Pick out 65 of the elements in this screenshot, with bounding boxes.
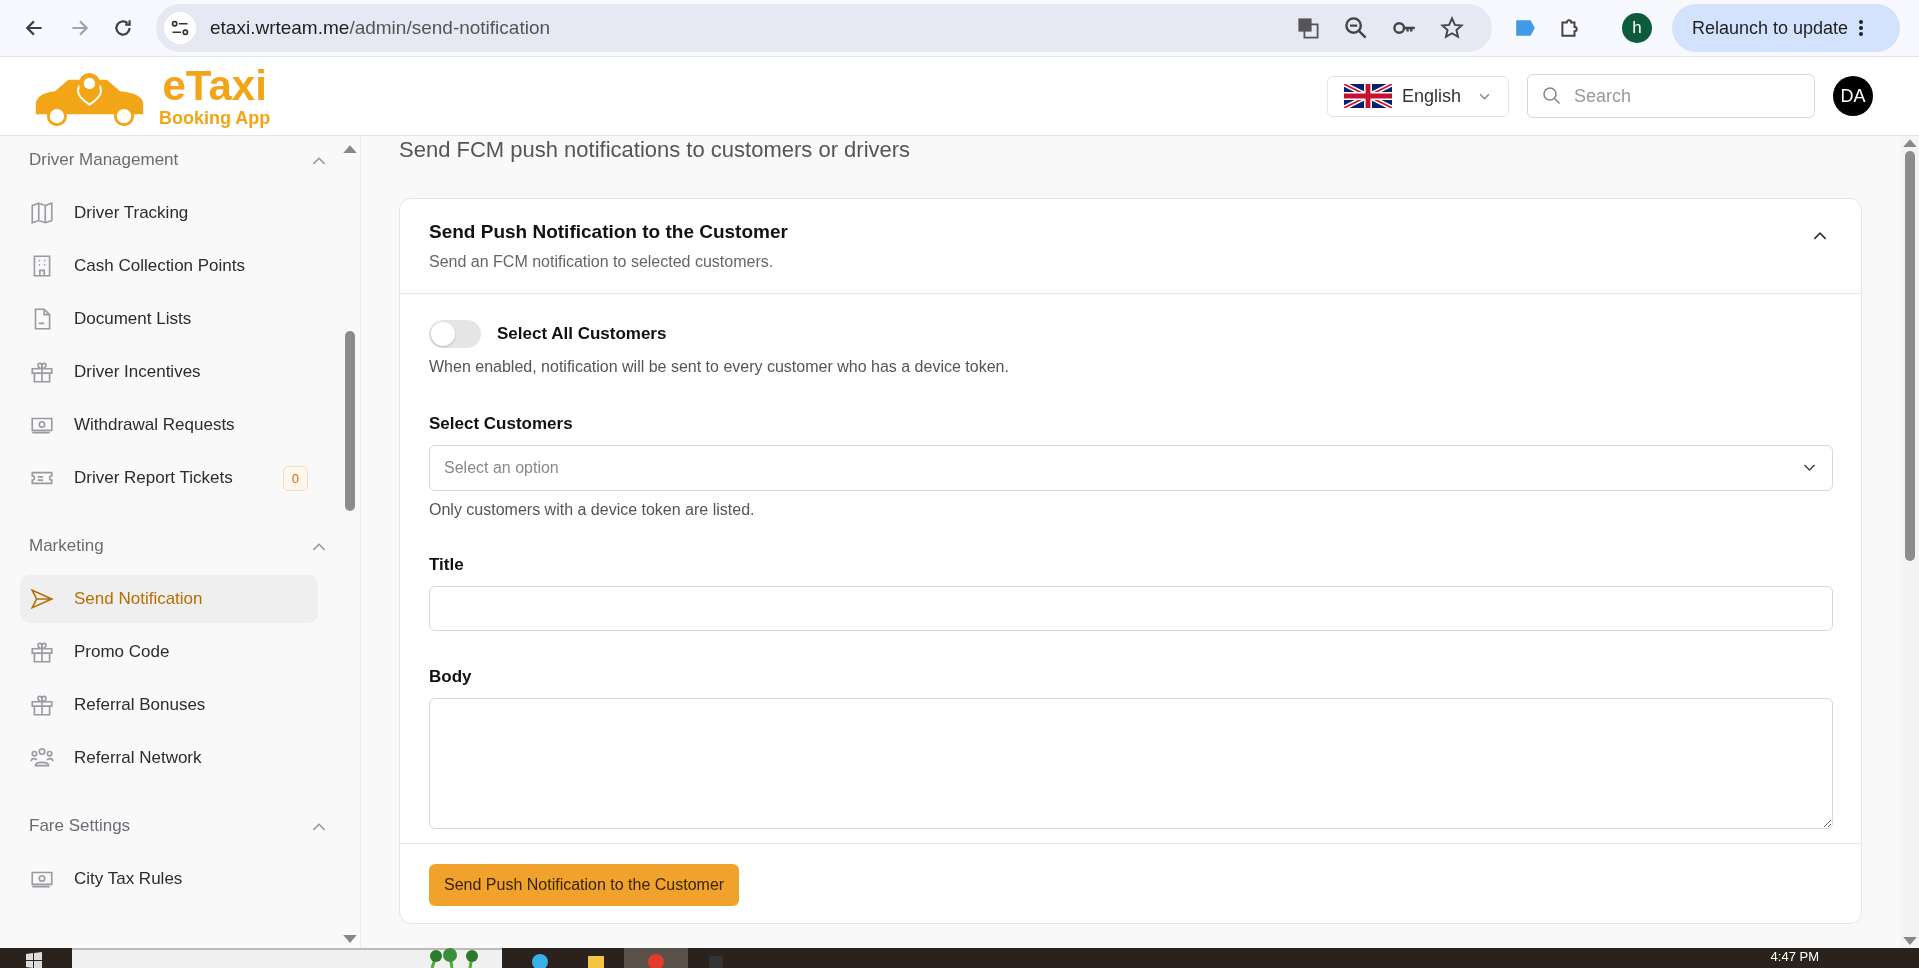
logo-subtitle: Booking App: [159, 107, 271, 129]
profile-avatar[interactable]: h: [1622, 13, 1652, 43]
select-dropdown[interactable]: Select an option: [429, 445, 1833, 491]
user-avatar[interactable]: DA: [1833, 76, 1873, 116]
send-button[interactable]: Send Push Notification to the Customer: [429, 864, 740, 906]
field-label: Body: [429, 667, 473, 687]
translate-icon[interactable]: [1296, 16, 1320, 40]
chevron-icon[interactable]: [312, 541, 326, 551]
scroll-up-icon[interactable]: [343, 144, 357, 153]
clock-time: 4:47 PM: [1770, 948, 1819, 966]
zoom-out-icon[interactable]: [1344, 16, 1368, 40]
chevron-down-icon: [1479, 92, 1490, 100]
address-bar[interactable]: etaxi.wrteam.me/admin/send-notification: [156, 4, 1492, 52]
sidebar-section-header[interactable]: Driver Management: [20, 144, 340, 176]
toggle-switch[interactable]: [429, 320, 481, 348]
sidebar-section-header[interactable]: Fare Settings: [20, 810, 340, 842]
url-path: /admin/send-notification: [349, 17, 551, 39]
card-description: Send an FCM notification to selected customers.: [429, 253, 775, 271]
sidebar-item[interactable]: Cash Collection Points: [20, 242, 318, 290]
chevron-down-icon: [1803, 464, 1816, 472]
collapse-icon[interactable]: [1813, 231, 1827, 240]
sidebar-item[interactable]: Driver Report Tickets 0: [20, 454, 318, 502]
sidebar-item[interactable]: Referral Network: [20, 734, 318, 782]
page-subtitle: Send FCM push notifications to customers or drivers: [399, 136, 912, 164]
sidebar-item[interactable]: Document Lists: [20, 295, 318, 343]
scroll-down-icon[interactable]: [343, 935, 357, 944]
language-dropdown[interactable]: English: [1326, 75, 1509, 117]
map-icon: [29, 200, 55, 226]
site-settings-icon[interactable]: [164, 12, 196, 44]
flag-icon: [1343, 84, 1392, 108]
scrollbar-track[interactable]: [1900, 136, 1919, 948]
sidebar-section-header[interactable]: Marketing: [20, 530, 340, 562]
sidebar-item[interactable]: Withdrawal Requests: [20, 401, 318, 449]
url-host: etaxi.wrteam.me: [210, 17, 350, 39]
chevron-icon[interactable]: [312, 155, 326, 165]
puzzle-icon[interactable]: [1558, 17, 1580, 39]
relaunch-button[interactable]: Relaunch to update: [1672, 4, 1901, 52]
sidebar-item[interactable]: City Tax Rules: [20, 855, 318, 903]
field-label: Title: [429, 555, 465, 575]
help-text: Only customers with a device token are listed.: [429, 501, 756, 519]
scroll-down-icon[interactable]: [1902, 937, 1917, 946]
logo-title: eTaxi: [162, 63, 267, 108]
chevron-icon[interactable]: [312, 821, 326, 831]
extension-icon[interactable]: [1514, 17, 1536, 39]
field-label: Select Customers: [429, 414, 574, 434]
scroll-up-icon[interactable]: [1902, 138, 1917, 147]
taskbar-search-field[interactable]: [72, 948, 502, 968]
start-icon[interactable]: [24, 950, 44, 968]
reload-icon[interactable]: [112, 17, 134, 39]
sidebar-item[interactable]: Driver Tracking: [20, 189, 318, 237]
sidebar-item[interactable]: Send Notification: [20, 575, 318, 623]
search-field[interactable]: Search: [1527, 74, 1815, 118]
input-field[interactable]: [429, 586, 1833, 631]
count-badge: 0: [282, 465, 308, 491]
scrollbar-thumb[interactable]: [1904, 151, 1915, 561]
send-icon: [29, 586, 55, 612]
sidebar-item[interactable]: Driver Incentives: [20, 348, 318, 396]
sidebar-item[interactable]: Referral Bonuses: [20, 681, 318, 729]
sidebar-item[interactable]: Promo Code: [20, 628, 318, 676]
star-icon[interactable]: [1440, 16, 1464, 40]
help-text: When enabled, notification will be sent to every customer who has a device token.: [429, 358, 1010, 376]
toggle-label: Select All Customers: [497, 324, 667, 344]
card-title: Send Push Notification to the Customer: [429, 221, 788, 243]
scrollbar-thumb[interactable]: [345, 331, 355, 511]
more-icon[interactable]: [1858, 18, 1865, 38]
